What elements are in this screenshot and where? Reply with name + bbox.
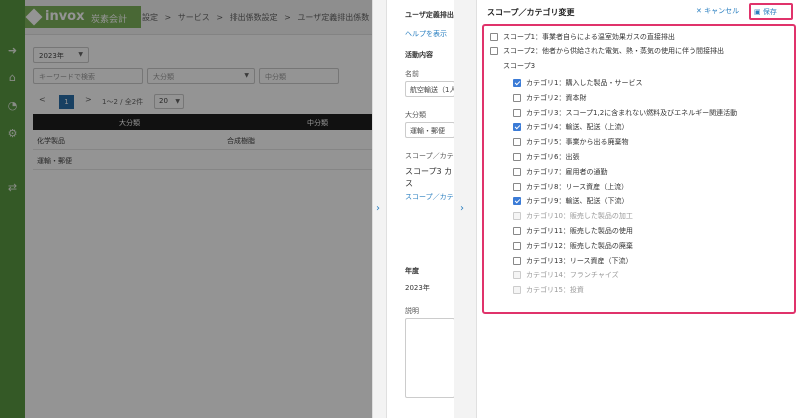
description-field[interactable] <box>405 318 455 398</box>
checkbox[interactable] <box>490 47 498 55</box>
year-value: 2023年 <box>405 284 430 292</box>
chevron-right-icon[interactable]: › <box>460 203 464 214</box>
checkbox <box>513 286 521 295</box>
scope-panel-gutter: › <box>454 0 477 418</box>
scope-category-change-link[interactable]: スコープ／カテ <box>405 192 454 202</box>
year-label: 年度 <box>405 267 419 275</box>
checkbox[interactable] <box>513 93 521 102</box>
category-label: カテゴリ6：出張 <box>526 153 580 161</box>
category-label: カテゴリ15：投資 <box>526 286 584 295</box>
category-label: カテゴリ3：スコープ1,2に含まれない燃料及びエネルギー関連活動 <box>526 108 738 117</box>
name-label: 名前 <box>405 70 419 78</box>
scope-category-value-continued: ス <box>405 179 413 188</box>
scope-category-label: スコープ／カテ <box>405 152 454 160</box>
category-label: カテゴリ8：リース資産（上流） <box>526 182 629 191</box>
description-label: 説明 <box>405 307 419 315</box>
checkbox[interactable] <box>490 33 498 41</box>
category-label: カテゴリ1：購入した製品・サービス <box>526 79 643 87</box>
major-category-field-value: 運輸・郵便 <box>410 127 445 135</box>
checkbox-checked[interactable] <box>513 79 521 87</box>
scope2-label: スコープ2：他者から供給された電気、熱・蒸気の使用に伴う間接排出 <box>503 47 725 55</box>
checkbox[interactable] <box>513 167 521 176</box>
category-label: カテゴリ10：販売した製品の加工 <box>526 212 633 221</box>
major-category-field[interactable]: 運輸・郵便 <box>405 122 455 138</box>
name-field-value: 航空輸送（1人 <box>410 86 455 94</box>
checkbox[interactable] <box>513 138 521 147</box>
category-label: カテゴリ2：資本財 <box>526 93 587 102</box>
detail-panel: › ユーザ定義排出 ヘルプを表示 活動内容 名前 航空輸送（1人 大分類 運輸・… <box>372 0 455 418</box>
category-label: カテゴリ4：輸送、配送（上流） <box>526 123 629 132</box>
major-category-label: 大分類 <box>405 111 426 119</box>
chevron-right-icon[interactable]: › <box>376 203 380 214</box>
detail-title: ユーザ定義排出 <box>405 11 454 19</box>
cancel-label: キャンセル <box>704 7 740 15</box>
category-label: カテゴリ14：フランチャイズ <box>526 271 619 280</box>
checkbox-checked[interactable] <box>513 197 521 206</box>
checkbox[interactable] <box>513 182 521 191</box>
category-label: カテゴリ11：販売した製品の使用 <box>526 227 633 235</box>
checkbox[interactable] <box>513 108 521 117</box>
scope3-heading: スコープ3 <box>503 62 536 70</box>
scope-category-value: スコープ3 カ <box>405 167 453 176</box>
close-icon: ✕ <box>696 7 702 15</box>
checkbox <box>513 212 521 221</box>
scope-category-list: スコープ1：事業者自らによる温室効果ガスの直接排出 スコープ2：他者から供給され… <box>482 24 796 314</box>
checkbox-checked[interactable] <box>513 123 521 132</box>
save-icon: ▣ <box>754 8 761 16</box>
checkbox[interactable] <box>513 241 521 250</box>
checkbox[interactable] <box>513 227 521 235</box>
name-field[interactable]: 航空輸送（1人 <box>405 81 455 97</box>
category-label: カテゴリ9：輸送、配送（下流） <box>526 197 629 206</box>
cancel-button[interactable]: ✕ キャンセル <box>696 6 739 16</box>
save-label: 保存 <box>762 8 777 16</box>
checkbox[interactable] <box>513 153 521 161</box>
checkbox <box>513 271 521 280</box>
scope-category-panel: › スコープ／カテゴリ変更 ✕ キャンセル ▣ 保存 スコープ1：事業者自らによ… <box>454 0 800 418</box>
activity-section-title: 活動内容 <box>405 51 433 59</box>
scope1-label: スコープ1：事業者自らによる温室効果ガスの直接排出 <box>503 33 675 41</box>
modal-overlay[interactable] <box>0 0 372 418</box>
checkbox[interactable] <box>513 256 521 265</box>
category-label: カテゴリ5：事業から出る廃棄物 <box>526 138 629 147</box>
category-label: カテゴリ13：リース資産（下流） <box>526 256 633 265</box>
category-label: カテゴリ12：販売した製品の廃棄 <box>526 241 633 250</box>
help-link[interactable]: ヘルプを表示 <box>405 29 447 39</box>
panel-title: スコープ／カテゴリ変更 <box>487 8 575 17</box>
category-label: カテゴリ7：雇用者の通勤 <box>526 167 608 176</box>
detail-panel-gutter: › <box>373 0 387 418</box>
save-button[interactable]: ▣ 保存 <box>749 3 793 20</box>
